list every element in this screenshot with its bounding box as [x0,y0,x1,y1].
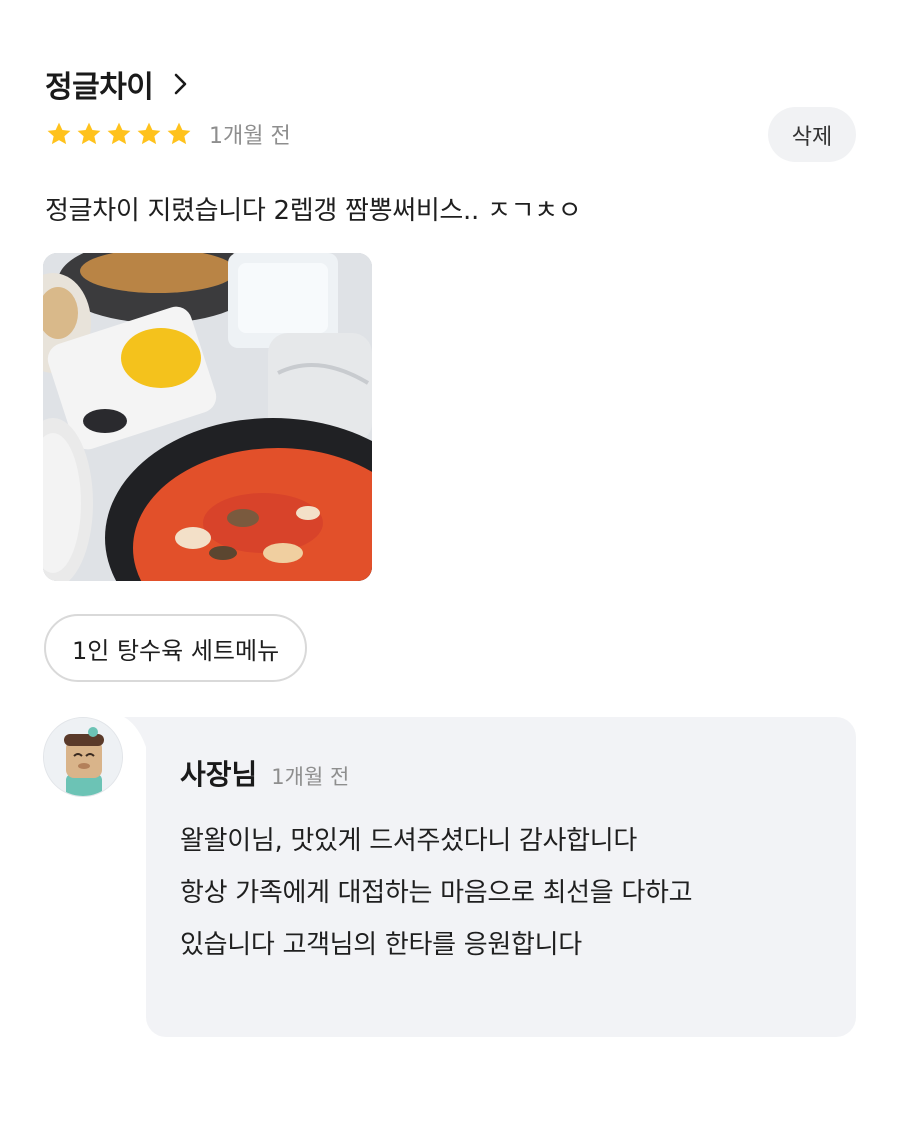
review-date: 1개월 전 [209,124,291,149]
owner-reply-box: 사장님 1개월 전 왈왈이님, 맛있게 드셔주셨다니 감사합니다 항상 가족에게… [146,717,856,1037]
star-icon [165,120,193,148]
review-text: 정글차이 지렸습니다 2렙갱 짬뽕써비스.. ㅈㄱㅊㅇ [45,196,582,226]
owner-header: 사장님 1개월 전 [180,753,349,793]
owner-reply-text: 왈왈이님, 맛있게 드셔주셨다니 감사합니다 항상 가족에게 대접하는 마음으로… [180,815,693,971]
reply-line: 왈왈이님, 맛있게 드셔주셨다니 감사합니다 [180,826,638,856]
review-photo[interactable] [43,253,372,581]
delete-button[interactable]: 삭제 [768,107,856,162]
store-name: 정글차이 [45,70,154,105]
rating-row: 1개월 전 [45,118,291,150]
star-icon [75,120,103,148]
store-link[interactable]: 정글차이 [45,62,193,106]
star-icon [135,120,163,148]
reply-line: 항상 가족에게 대접하는 마음으로 최선을 다하고 [180,878,693,908]
owner-reply-date: 1개월 전 [271,765,350,789]
chevron-right-icon [169,72,193,96]
reply-line: 있습니다 고객님의 한타를 응원합니다 [180,930,582,960]
star-icon [105,120,133,148]
menu-chip[interactable]: 1인 탕수육 세트메뉴 [44,614,308,682]
star-rating [45,120,193,148]
owner-name: 사장님 [180,758,258,791]
star-icon [45,120,73,148]
owner-avatar [43,717,123,797]
